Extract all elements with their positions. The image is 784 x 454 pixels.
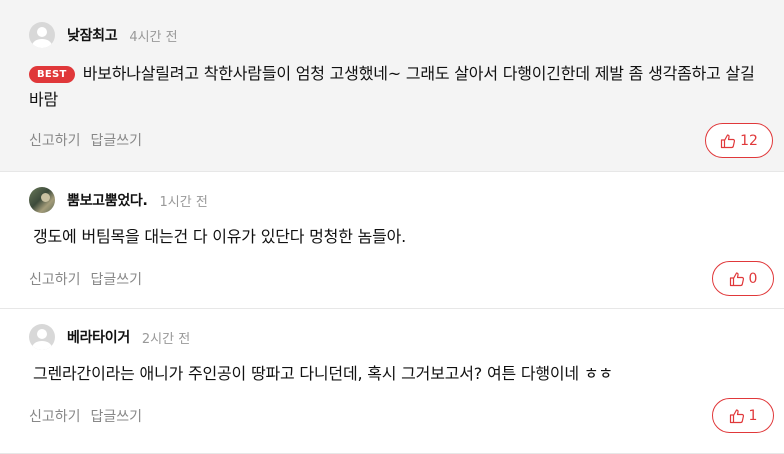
like-count: 0 bbox=[748, 270, 758, 287]
reply-button[interactable]: 답글쓰기 bbox=[91, 130, 143, 150]
comment-header: 낮잠최고 4시간 전 bbox=[29, 22, 178, 48]
comment-text: 그렌라간이라는 애니가 주인공이 땅파고 다니던데, 혹시 그거보고서? 여튼 … bbox=[33, 361, 758, 387]
comment-actions: 신고하기 답글쓰기 bbox=[29, 130, 142, 150]
report-button[interactable]: 신고하기 bbox=[29, 269, 81, 289]
thumbs-up-icon bbox=[729, 408, 744, 423]
comment-actions: 신고하기 답글쓰기 bbox=[29, 269, 142, 289]
like-button[interactable]: 12 bbox=[705, 123, 773, 158]
report-button[interactable]: 신고하기 bbox=[29, 130, 81, 150]
like-count: 1 bbox=[748, 407, 758, 424]
comment-item: 낮잠최고 4시간 전 BEST 바보하나살릴려고 착한사람들이 엄청 고생했네~ … bbox=[0, 0, 784, 172]
timestamp: 4시간 전 bbox=[129, 29, 178, 45]
thumbs-up-icon bbox=[729, 271, 744, 286]
like-count: 12 bbox=[740, 132, 758, 149]
avatar[interactable] bbox=[29, 22, 55, 48]
report-button[interactable]: 신고하기 bbox=[29, 406, 81, 426]
comment-body: 그렌라간이라는 애니가 주인공이 땅파고 다니던데, 혹시 그거보고서? 여튼 … bbox=[33, 364, 613, 383]
best-badge: BEST bbox=[29, 66, 75, 83]
comment-text: 갱도에 버팀목을 대는건 다 이유가 있단다 멍청한 놈들아. bbox=[33, 224, 758, 250]
comment-header: 베라타이거 2시간 전 bbox=[29, 324, 190, 350]
comment-header: 뿜보고뿜었다. 1시간 전 bbox=[29, 187, 208, 213]
avatar[interactable] bbox=[29, 324, 55, 350]
comment-item: 뿜보고뿜었다. 1시간 전 갱도에 버팀목을 대는건 다 이유가 있단다 멍청한… bbox=[0, 172, 784, 309]
like-button[interactable]: 0 bbox=[712, 261, 774, 296]
username[interactable]: 뿜보고뿜었다. bbox=[67, 190, 148, 210]
like-button[interactable]: 1 bbox=[712, 398, 774, 433]
timestamp: 2시간 전 bbox=[141, 331, 191, 347]
comment-body: 바보하나살릴려고 착한사람들이 엄청 고생했네~ 그래도 살아서 다행이긴한데 … bbox=[29, 64, 755, 109]
thumbs-up-icon bbox=[720, 133, 736, 148]
avatar[interactable] bbox=[29, 187, 55, 213]
comment-item: 베라타이거 2시간 전 그렌라간이라는 애니가 주인공이 땅파고 다니던데, 혹… bbox=[0, 309, 784, 454]
timestamp: 1시간 전 bbox=[159, 194, 208, 210]
reply-button[interactable]: 답글쓰기 bbox=[91, 269, 143, 289]
comment-body: 갱도에 버팀목을 대는건 다 이유가 있단다 멍청한 놈들아. bbox=[33, 227, 407, 246]
comment-actions: 신고하기 답글쓰기 bbox=[29, 406, 142, 426]
comment-text: BEST 바보하나살릴려고 착한사람들이 엄청 고생했네~ 그래도 살아서 다행이… bbox=[29, 61, 758, 113]
username[interactable]: 베라타이거 bbox=[67, 327, 130, 347]
reply-button[interactable]: 답글쓰기 bbox=[91, 406, 143, 426]
username[interactable]: 낮잠최고 bbox=[67, 25, 118, 45]
